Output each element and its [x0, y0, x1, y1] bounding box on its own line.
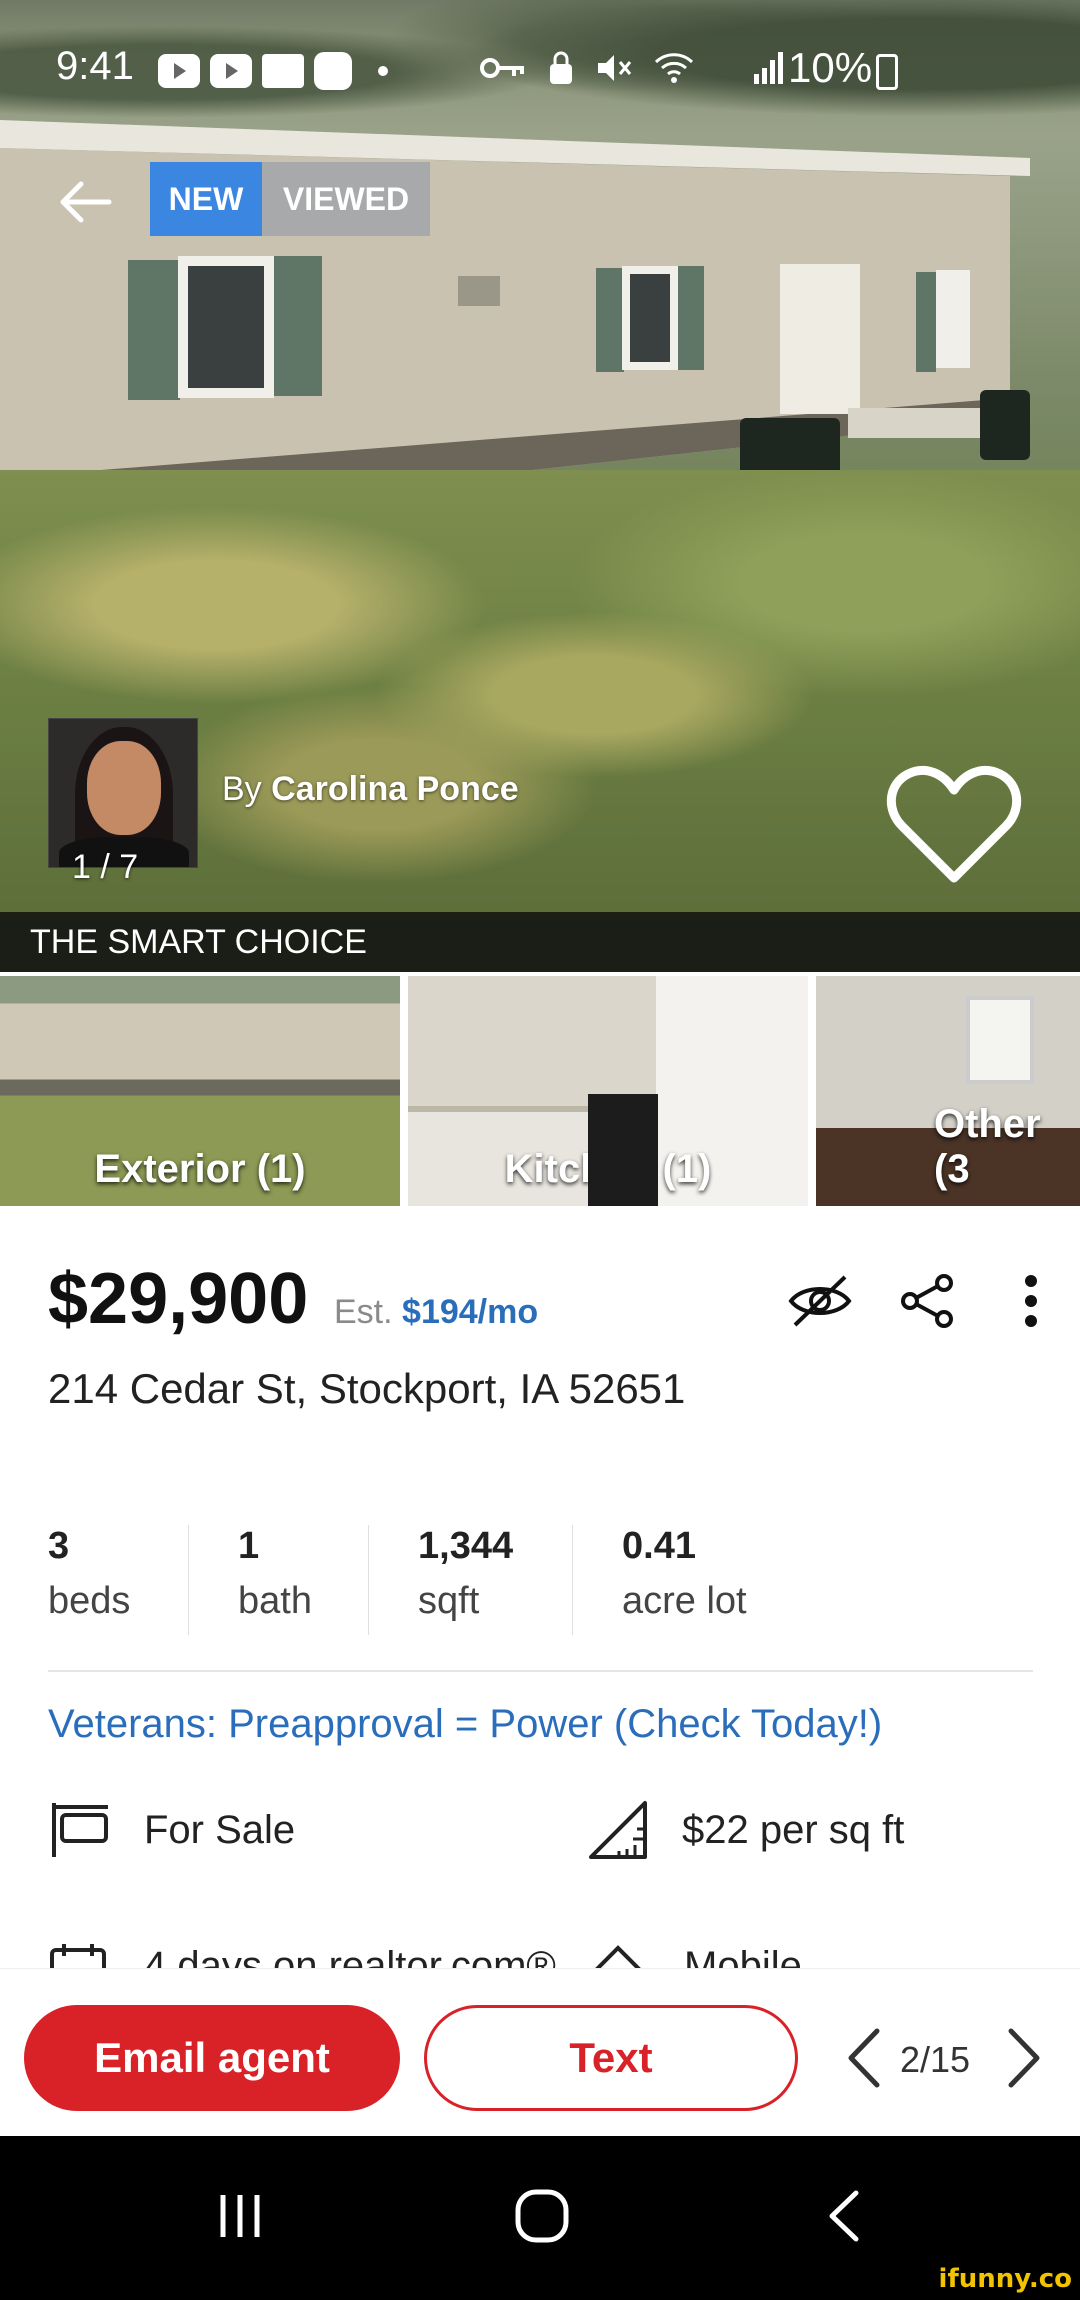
- chevron-right-icon: [1008, 2028, 1040, 2088]
- photo-counter: 1 / 7: [72, 848, 139, 886]
- mute-icon: [598, 55, 632, 81]
- agent-avatar[interactable]: [48, 718, 198, 868]
- fact-value: 0.41: [622, 1525, 696, 1567]
- est-prefix: Est.: [334, 1293, 393, 1331]
- estimated-payment[interactable]: Est. $194/mo: [334, 1293, 538, 1332]
- fact-baths: 1 bath: [238, 1525, 312, 1635]
- recent-apps-button[interactable]: [190, 2176, 290, 2256]
- youtube-notification-icon: [158, 54, 200, 88]
- detail-text: 4 days on realtor.com®: [144, 1944, 556, 1970]
- house-outline-icon: [586, 1944, 650, 1970]
- fact-divider: [188, 1525, 189, 1635]
- fact-value: 1,344: [418, 1525, 514, 1567]
- signal-icon: [754, 52, 783, 84]
- share-button[interactable]: [890, 1266, 966, 1336]
- sign-icon: [48, 1800, 112, 1860]
- heart-icon: [886, 765, 1022, 883]
- detail-text: Mobile: [684, 1944, 802, 1970]
- back-button[interactable]: [50, 172, 120, 232]
- watermark: ifunny.co: [938, 2264, 1072, 2294]
- battery-percent: 10%: [788, 44, 873, 91]
- fact-unit: beds: [48, 1580, 131, 1622]
- system-navigation-bar: ifunny.co: [0, 2136, 1080, 2300]
- thumbnail-label: Exterior (1): [94, 1147, 306, 1191]
- fact-sqft: 1,344 sqft: [418, 1525, 513, 1635]
- thumbnail-exterior[interactable]: Exterior (1): [0, 976, 400, 1206]
- home-button[interactable]: [492, 2176, 592, 2256]
- photo-category-strip: Exterior (1) Kitchen (1) Other (3: [0, 976, 1080, 1206]
- share-icon: [901, 1274, 953, 1328]
- chevron-left-icon: [848, 2028, 880, 2088]
- fact-unit: bath: [238, 1580, 312, 1622]
- save-favorite-button[interactable]: [884, 760, 1024, 890]
- home-circle-icon: [515, 2189, 569, 2243]
- thumbnail-label: Kitchen (1): [504, 1147, 712, 1191]
- fact-beds: 3 beds: [48, 1525, 130, 1635]
- property-facts: 3 beds 1 bath 1,344 sqft 0.41 acre lot: [48, 1525, 1033, 1635]
- veterans-preapproval-link[interactable]: Veterans: Preapproval = Power (Check Tod…: [48, 1702, 882, 1747]
- more-notifications-dot-icon: [378, 66, 388, 76]
- detail-text: $22 per sq ft: [682, 1807, 905, 1852]
- back-chevron-icon: [829, 2190, 859, 2242]
- fact-unit: sqft: [418, 1580, 480, 1622]
- section-divider: [48, 1670, 1033, 1672]
- detail-text: For Sale: [144, 1807, 296, 1852]
- fact-divider: [368, 1525, 369, 1635]
- listing-address: 214 Cedar St, Stockport, IA 52651: [48, 1365, 686, 1412]
- viewed-tag: VIEWED: [262, 162, 430, 236]
- more-vertical-icon: [1025, 1275, 1037, 1327]
- email-agent-button[interactable]: Email agent: [24, 2005, 400, 2111]
- wifi-icon: [654, 53, 694, 83]
- listing-pager-count: 2/15: [900, 2039, 971, 2080]
- fact-value: 1: [238, 1525, 260, 1567]
- status-bar: 9:41 10%: [0, 40, 1080, 104]
- thumbnail-kitchen[interactable]: Kitchen (1): [408, 976, 808, 1206]
- agent-name: Carolina Ponce: [271, 770, 519, 808]
- contact-action-bar: Email agent Text 2/15: [0, 1968, 1080, 2136]
- system-back-button[interactable]: [794, 2176, 894, 2256]
- thumbnail-label: Other (3: [934, 1102, 1041, 1191]
- calendar-icon: [48, 1942, 108, 1970]
- app-notification-icon: [314, 52, 352, 90]
- recent-apps-icon: [220, 2195, 260, 2237]
- agent-by-label: By: [222, 770, 262, 808]
- mail-notification-icon: [262, 54, 304, 88]
- system-icons: [480, 50, 786, 86]
- lock-icon: [550, 51, 572, 84]
- notification-icons: [158, 52, 388, 90]
- fact-lot: 0.41 acre lot: [622, 1525, 747, 1635]
- youtube-notification-icon: [210, 54, 252, 88]
- status-time: 9:41: [56, 44, 134, 88]
- est-monthly: $194/mo: [402, 1293, 539, 1331]
- listing-price: $29,900: [48, 1259, 309, 1339]
- more-options-button[interactable]: [1006, 1266, 1056, 1336]
- new-tag: NEW: [150, 162, 262, 236]
- text-agent-button[interactable]: Text: [424, 2005, 798, 2111]
- next-listing-button[interactable]: [1000, 2023, 1050, 2093]
- thumbnail-other[interactable]: Other (3: [816, 976, 1080, 1206]
- status-for-sale: For Sale: [48, 1795, 295, 1865]
- fact-divider: [572, 1525, 573, 1635]
- hide-listing-button[interactable]: [778, 1266, 862, 1336]
- eye-off-icon: [788, 1275, 852, 1327]
- vpn-key-icon: [480, 58, 524, 78]
- photo-caption: THE SMART CHOICE: [0, 912, 1080, 972]
- fact-unit: acre lot: [622, 1580, 747, 1622]
- battery-icon: [876, 54, 898, 90]
- price-per-sqft: $22 per sq ft: [586, 1795, 904, 1865]
- details-overflow: 4 days on realtor.com® Mobile: [0, 1930, 1080, 1970]
- ruler-triangle-icon: [586, 1800, 650, 1860]
- previous-listing-button[interactable]: [838, 2023, 888, 2093]
- fact-value: 3: [48, 1525, 70, 1567]
- arrow-left-icon: [60, 181, 112, 223]
- agent-credit[interactable]: By Carolina Ponce: [222, 770, 519, 809]
